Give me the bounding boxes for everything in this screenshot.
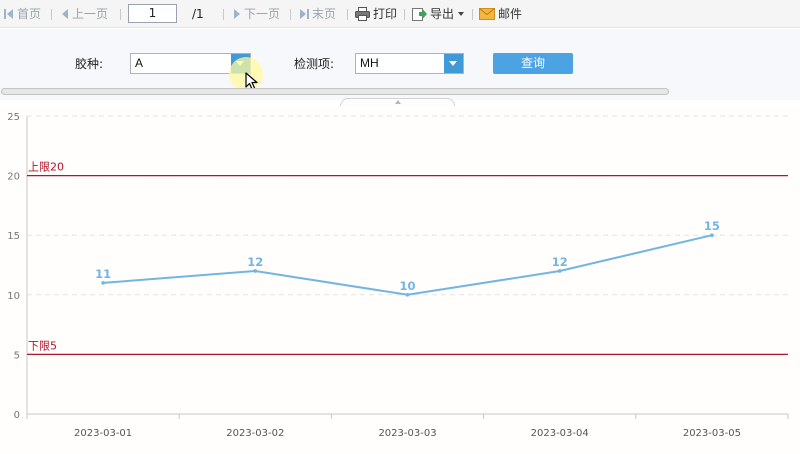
next-page-icon xyxy=(234,9,240,19)
glue-type-label: 胶种: xyxy=(75,57,104,71)
x-tick-label: 2023-03-01 xyxy=(74,428,132,439)
line-chart: 0 5 10 15 20 25 2023-03-01 2023-03-02 2023-03-03… xyxy=(7,112,789,439)
toolbar-divider xyxy=(472,9,473,20)
x-tick-label: 2023-03-04 xyxy=(531,428,589,439)
first-page-button[interactable]: 首页 xyxy=(4,5,41,23)
data-point xyxy=(253,269,258,273)
toolbar-divider xyxy=(223,9,224,20)
glue-type-value: A xyxy=(135,56,144,70)
data-point xyxy=(101,281,105,285)
data-label: 12 xyxy=(247,255,263,269)
data-point xyxy=(710,233,714,237)
export-icon xyxy=(412,7,427,21)
data-label: 11 xyxy=(95,267,111,281)
y-tick-label: 10 xyxy=(7,291,20,302)
last-page-button[interactable]: 末页 xyxy=(299,5,336,23)
toolbar-divider xyxy=(51,9,52,20)
data-point xyxy=(557,269,562,273)
export-label: 导出 xyxy=(430,7,455,21)
chart-area: 0 5 10 15 20 25 2023-03-01 2023-03-02 2023-03-03… xyxy=(0,106,800,454)
data-point xyxy=(405,293,410,297)
test-item-dropdown-button[interactable] xyxy=(444,54,463,73)
prev-page-icon xyxy=(62,9,68,19)
y-tick-label: 5 xyxy=(14,350,20,361)
export-button[interactable]: 导出 xyxy=(412,5,468,23)
last-page-label: 末页 xyxy=(312,7,337,21)
horizontal-scrollbar[interactable] xyxy=(1,88,669,95)
prev-page-label: 上一页 xyxy=(72,7,109,21)
report-toolbar: 首页 上一页 1 /1 下一页 末页 打印 导出 邮件 xyxy=(0,0,800,28)
data-label: 10 xyxy=(399,279,415,293)
first-page-icon xyxy=(4,9,13,19)
printer-icon xyxy=(355,7,370,21)
x-tick-label: 2023-03-05 xyxy=(683,428,741,439)
chevron-down-icon xyxy=(458,12,465,16)
test-item-value: MH xyxy=(360,56,379,70)
test-item-select[interactable]: MH xyxy=(355,53,464,74)
data-label: 15 xyxy=(704,219,720,233)
data-label: 12 xyxy=(552,255,568,269)
page-total: /1 xyxy=(192,7,204,21)
y-tick-label: 25 xyxy=(7,112,20,123)
test-item-label: 检测项: xyxy=(294,57,335,71)
toolbar-divider xyxy=(290,9,291,20)
next-page-label: 下一页 xyxy=(244,7,281,21)
toolbar-divider xyxy=(347,9,348,20)
print-button[interactable]: 打印 xyxy=(355,5,397,23)
toolbar-divider xyxy=(404,9,405,20)
x-tick-label: 2023-03-03 xyxy=(378,428,436,439)
y-tick-label: 15 xyxy=(7,231,20,242)
print-label: 打印 xyxy=(373,7,398,21)
mail-icon xyxy=(479,8,495,20)
page-number-input[interactable]: 1 xyxy=(128,4,177,23)
panel-collapse-toggle[interactable] xyxy=(340,98,455,106)
next-page-button[interactable]: 下一页 xyxy=(233,5,280,23)
prev-page-button[interactable]: 上一页 xyxy=(61,5,108,23)
toolbar-divider xyxy=(120,9,121,20)
mail-label: 邮件 xyxy=(498,7,523,21)
x-tick-label: 2023-03-02 xyxy=(226,428,284,439)
first-page-label: 首页 xyxy=(17,7,42,21)
mail-button[interactable]: 邮件 xyxy=(479,5,522,23)
y-tick-label: 0 xyxy=(14,410,20,421)
query-button[interactable]: 查询 xyxy=(493,53,573,74)
last-page-icon xyxy=(300,9,309,19)
reference-line-label: 下限5 xyxy=(28,339,57,352)
y-tick-label: 20 xyxy=(7,172,20,183)
reference-line-label: 上限20 xyxy=(28,161,64,174)
